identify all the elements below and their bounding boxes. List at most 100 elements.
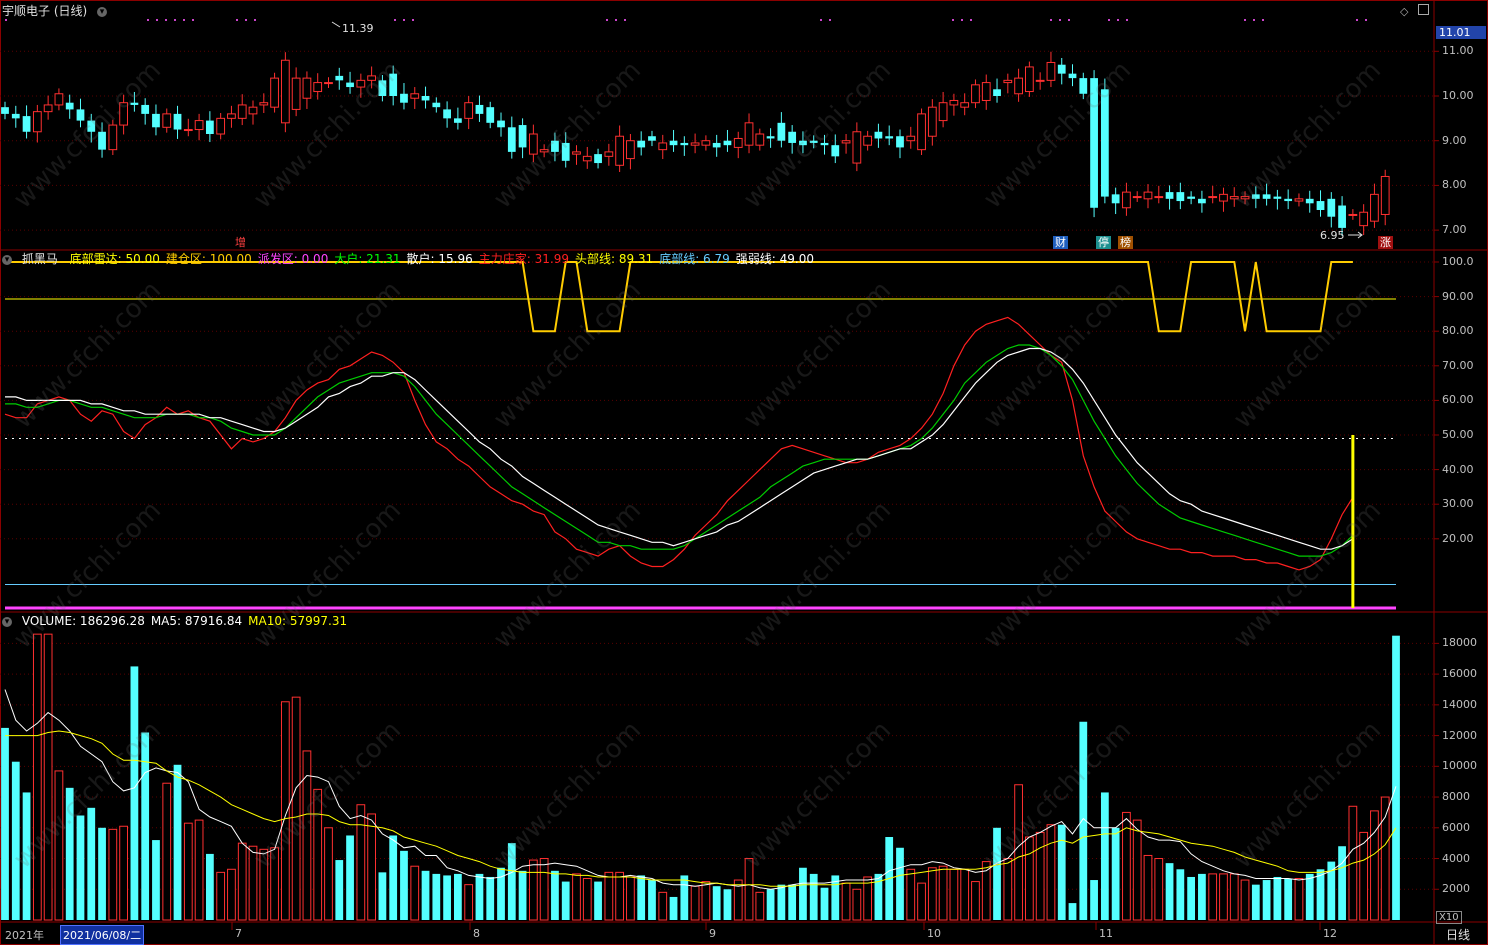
candle-down — [454, 118, 462, 123]
volume-y-tick: 14000 — [1442, 697, 1477, 711]
volume-bar-down — [389, 835, 398, 920]
volume-bar-up — [1359, 831, 1369, 921]
stock-title[interactable]: 宇顺电子 (日线) — [2, 4, 87, 18]
volume-bar-up — [313, 788, 323, 921]
candle-up — [1359, 211, 1369, 227]
volume-legend-item: MA5: 87916.84 — [150, 614, 243, 628]
volume-bar-up — [1208, 873, 1218, 921]
indicator-line — [5, 344, 1354, 557]
event-tag-cai[interactable]: 财 — [1053, 236, 1068, 249]
signal-dot — [156, 19, 158, 21]
volume-bar-down — [76, 815, 85, 920]
volume-bar-up — [108, 828, 118, 921]
volume-bar-down — [518, 870, 527, 920]
candle-down — [152, 113, 160, 128]
candle-down — [98, 131, 106, 150]
volume-bar-up — [54, 770, 64, 921]
candle-down — [777, 122, 786, 141]
volume-bar-down — [346, 835, 354, 920]
signal-dot — [1126, 19, 1128, 21]
event-tag-zeng[interactable]: 增 — [233, 236, 248, 249]
diamond-icon[interactable]: ◇ — [1400, 5, 1408, 18]
signal-dot — [1244, 19, 1246, 21]
candle-down — [346, 82, 354, 88]
volume-bar-down — [130, 666, 139, 920]
candle-up — [615, 135, 625, 166]
candle-up — [464, 102, 474, 119]
volume-bar-up — [582, 878, 592, 921]
price-candles — [1, 19, 1390, 239]
volume-y-tick: 4000 — [1442, 851, 1470, 865]
candle-up — [927, 106, 937, 137]
chevron-down-icon[interactable]: ▾ — [97, 6, 108, 17]
volume-bar-up — [1035, 831, 1045, 921]
volume-bar-down — [993, 827, 1001, 920]
expand-icon[interactable] — [1417, 4, 1429, 15]
indicator-y-tick: 90.00 — [1442, 289, 1474, 303]
indicator-legend-item: 底部雷达: 50.00 — [69, 252, 160, 266]
volume-bar-down — [22, 792, 31, 920]
signal-dot — [606, 19, 608, 21]
volume-bar-down — [1176, 869, 1185, 920]
candle-up — [1046, 61, 1056, 81]
candle-up — [367, 75, 377, 81]
candle-down — [831, 145, 840, 157]
volume-unit-label: X10 — [1436, 911, 1462, 924]
signal-dot — [254, 19, 256, 21]
volume-bar-down — [561, 881, 570, 920]
signal-dot — [174, 19, 176, 21]
signal-dot — [147, 19, 149, 21]
candle-down — [723, 140, 732, 146]
volume-bar-down — [152, 840, 160, 920]
candle-up — [1143, 191, 1153, 200]
event-tag-zhang[interactable]: 涨 — [1378, 236, 1393, 249]
candle-down — [76, 109, 85, 121]
indicator-y-tick: 100.0 — [1442, 255, 1474, 268]
volume-legend-item: MA10: 57997.31 — [248, 614, 348, 628]
volume-bar-up — [841, 882, 851, 921]
chart-title-bar: 宇顺电子 (日线) ▾ — [2, 4, 113, 18]
volume-bar-up — [755, 891, 765, 921]
candle-up — [755, 133, 765, 146]
volume-bar-up — [119, 825, 128, 921]
volume-bar-up — [1003, 858, 1013, 921]
volume-y-tick: 18000 — [1442, 636, 1477, 650]
candle-down — [11, 113, 20, 119]
candle-down — [766, 136, 775, 139]
volume-bar-up — [1014, 784, 1023, 921]
candle-down — [637, 140, 646, 148]
signal-dot — [192, 19, 194, 21]
frame — [0, 0, 1488, 945]
chevron-down-icon[interactable]: ▾ — [2, 616, 12, 627]
chevron-down-icon[interactable]: ▾ — [2, 254, 12, 265]
candle-down — [1198, 198, 1206, 204]
cursor-date-label: 2021/06/08/二 — [60, 925, 145, 945]
candle-down — [335, 75, 344, 81]
indicator-line — [5, 347, 1354, 550]
period-button[interactable]: 日线 — [1446, 926, 1470, 943]
candle-down — [788, 131, 797, 143]
candle-down — [648, 136, 656, 141]
candle-down — [993, 89, 1001, 96]
signal-dot — [183, 19, 185, 21]
chart-canvas[interactable] — [0, 0, 1488, 945]
candle-up — [906, 135, 916, 142]
event-tag-ting[interactable]: 停 — [1096, 236, 1111, 249]
candle-down — [205, 120, 214, 134]
candle-down — [1327, 198, 1336, 217]
candle-up — [733, 137, 743, 148]
price-y-tick: 11.00 — [1442, 44, 1474, 58]
candle-down — [141, 104, 150, 114]
candle-up — [1229, 196, 1239, 200]
candle-down — [561, 142, 570, 161]
signal-dot — [624, 19, 626, 21]
candle-up — [582, 155, 592, 162]
volume-bar-up — [604, 871, 614, 921]
indicator-legend-item: 主力庄家: 31.99 — [478, 252, 569, 266]
volume-header: ▾ VOLUME: 186296.28 MA5: 87916.84 MA10: 57… — [2, 614, 359, 628]
event-tag-bang[interactable]: 榜 — [1118, 236, 1133, 249]
indicator-name[interactable]: 抓黑马 — [22, 252, 58, 266]
candle-down — [1068, 73, 1077, 79]
indicator-legend-item: 底部线: 6.79 — [659, 252, 730, 266]
volume-bar-up — [539, 858, 549, 921]
